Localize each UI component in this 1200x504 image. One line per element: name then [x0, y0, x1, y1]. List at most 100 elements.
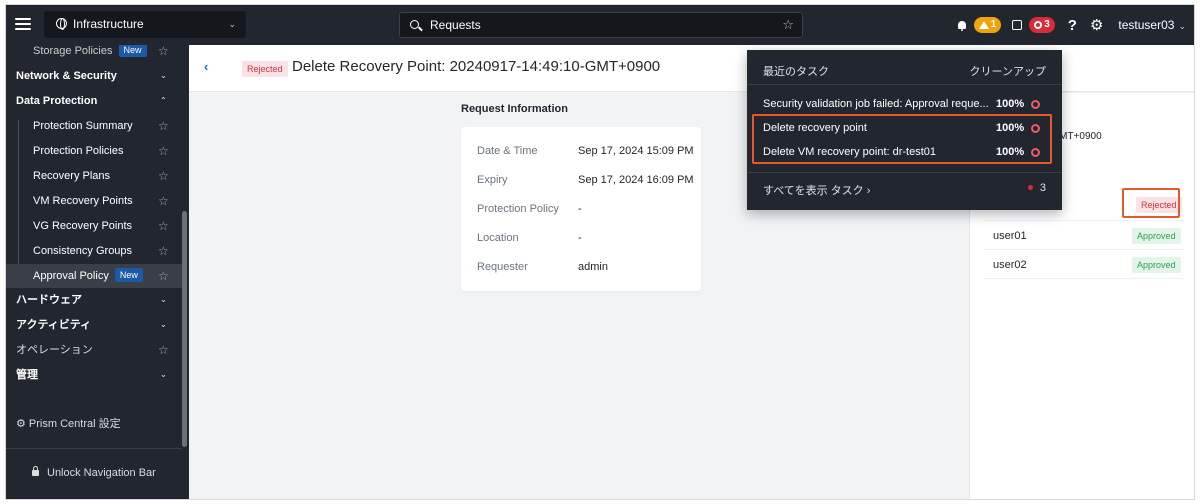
- sidebar-item-recovery-plans[interactable]: Recovery Plans ☆: [6, 164, 182, 188]
- section-label: ⚙ Prism Central 設定: [16, 412, 121, 436]
- task-name: Security validation job failed: Approval…: [763, 98, 989, 110]
- info-key: Date & Time: [477, 145, 538, 157]
- sidebar-item-operations[interactable]: オペレーション ☆: [6, 338, 182, 362]
- sidebar-item-vg-recovery-points[interactable]: VG Recovery Points ☆: [6, 214, 182, 238]
- sidebar-item-label: VM Recovery Points: [33, 195, 133, 207]
- failed-status-icon: [1031, 100, 1040, 109]
- app-window: Infrastructure ⌄ Requests ☆ 1 3 ? ⚙ test…: [5, 4, 1195, 500]
- hamburger-menu-icon[interactable]: [15, 15, 31, 33]
- search-input[interactable]: Requests ☆: [399, 12, 803, 38]
- sidebar-item-protection-summary[interactable]: Protection Summary ☆: [6, 114, 182, 138]
- app-switcher[interactable]: Infrastructure ⌄: [44, 11, 246, 38]
- chevron-down-icon: ⌄: [160, 71, 167, 80]
- sidebar-nav: Storage Policies New ☆ Network & Security…: [6, 45, 189, 499]
- star-icon[interactable]: ☆: [782, 13, 794, 37]
- chevron-down-icon: ⌄: [160, 370, 167, 379]
- sidebar-item-protection-policies[interactable]: Protection Policies ☆: [6, 139, 182, 163]
- prism-settings-text: Prism Central 設定: [28, 418, 121, 430]
- star-icon[interactable]: ☆: [158, 264, 169, 288]
- view-all-label: すべてを表示 タスク: [763, 185, 864, 197]
- error-count: 3: [1027, 182, 1046, 194]
- chevron-down-icon: ⌄: [228, 19, 236, 29]
- chevron-down-icon: ⌄: [160, 295, 167, 304]
- sidebar-section-network-security[interactable]: Network & Security ⌄: [6, 64, 182, 88]
- sidebar-item-label: VG Recovery Points: [33, 220, 133, 232]
- sidebar-item-approval-policy[interactable]: Approval Policy New ☆: [6, 264, 182, 288]
- alert-count: 1: [990, 19, 997, 30]
- section-label: Network & Security: [16, 70, 117, 82]
- sidebar-item-label: Recovery Plans: [33, 170, 111, 182]
- star-icon[interactable]: ☆: [158, 164, 169, 188]
- sidebar-section-admin[interactable]: 管理 ⌄: [6, 363, 182, 387]
- section-label: Data Protection: [16, 95, 98, 107]
- star-icon[interactable]: ☆: [158, 239, 169, 263]
- lock-icon: [32, 466, 39, 476]
- dropdown-heading: 最近のタスク: [763, 66, 829, 78]
- gear-icon[interactable]: ⚙: [1090, 16, 1103, 34]
- new-badge: New: [118, 45, 147, 57]
- info-value: -: [578, 232, 582, 244]
- info-key: Requester: [477, 261, 528, 273]
- sidebar-divider: [6, 448, 182, 449]
- sidebar-item-label: Consistency Groups: [33, 245, 133, 257]
- section-label: オペレーション: [16, 344, 93, 356]
- info-value: admin: [578, 261, 608, 273]
- divider: [747, 84, 1062, 85]
- star-icon[interactable]: ☆: [158, 214, 169, 238]
- sidebar-item-text: Storage Policies: [33, 45, 113, 57]
- globe-icon: [56, 18, 67, 30]
- sidebar-item-label: Protection Summary: [33, 120, 133, 132]
- task-error-badge[interactable]: 3: [1029, 17, 1055, 33]
- search-value: Requests: [430, 18, 481, 32]
- chevron-down-icon: ⌄: [1178, 21, 1186, 31]
- info-key: Protection Policy: [477, 203, 559, 215]
- sidebar-item-consistency-groups[interactable]: Consistency Groups ☆: [6, 239, 182, 263]
- bell-icon[interactable]: [957, 20, 967, 31]
- approver-user: user02: [993, 259, 1027, 271]
- help-icon[interactable]: ?: [1068, 17, 1077, 34]
- sidebar-item-vm-recovery-points[interactable]: VM Recovery Points ☆: [6, 189, 182, 213]
- back-chevron-icon[interactable]: ‹: [204, 59, 208, 74]
- request-info-card: Date & Time Sep 17, 2024 15:09 PM Expiry S…: [461, 127, 701, 291]
- sidebar-section-data-protection[interactable]: Data Protection ⌃: [6, 89, 182, 113]
- sidebar-section-hardware[interactable]: ハードウェア ⌄: [6, 288, 182, 312]
- error-count-value: 3: [1039, 182, 1046, 194]
- info-key: Expiry: [477, 174, 508, 186]
- sidebar-item-label: Protection Policies: [33, 145, 124, 157]
- sidebar-item-storage-policies[interactable]: Storage Policies New ☆: [6, 45, 182, 63]
- info-value: Sep 17, 2024 15:09 PM: [578, 145, 694, 157]
- approver-status-badge: Approved: [1132, 228, 1181, 244]
- star-icon[interactable]: ☆: [158, 338, 169, 362]
- unlock-label: Unlock Navigation Bar: [47, 467, 156, 479]
- section-label: 管理: [16, 369, 38, 381]
- error-icon: [1034, 21, 1043, 29]
- section-label: ハードウェア: [16, 294, 82, 306]
- star-icon[interactable]: ☆: [158, 139, 169, 163]
- error-dot-icon: [1027, 185, 1033, 190]
- alert-badge[interactable]: 1: [973, 17, 1002, 33]
- recent-tasks-dropdown: 最近のタスク クリーンアップ Security validation job f…: [747, 50, 1062, 210]
- top-bar: Infrastructure ⌄ Requests ☆ 1 3 ? ⚙ test…: [6, 5, 1194, 45]
- new-badge: New: [114, 268, 143, 282]
- sidebar-section-activity[interactable]: アクティビティ ⌄: [6, 313, 182, 337]
- sidebar-item-prism-settings[interactable]: ⚙ Prism Central 設定: [6, 412, 182, 436]
- sidebar-item-label: Storage Policies New: [33, 45, 147, 63]
- task-error-count: 3: [1044, 19, 1050, 30]
- warning-icon: [978, 21, 989, 29]
- section-label: アクティビティ: [16, 319, 92, 331]
- cleanup-link[interactable]: クリーンアップ: [970, 63, 1046, 79]
- chevron-down-icon: ⌄: [160, 320, 167, 329]
- star-icon[interactable]: ☆: [158, 114, 169, 138]
- user-menu[interactable]: testuser03 ⌄: [1118, 18, 1186, 32]
- view-all-tasks-link[interactable]: すべてを表示 タスク ›: [763, 182, 870, 198]
- sidebar-item-label: Approval Policy New: [33, 264, 143, 288]
- unlock-navigation-button[interactable]: Unlock Navigation Bar: [32, 466, 156, 479]
- sidebar-scrollbar[interactable]: [182, 211, 187, 447]
- section-heading: Request Information: [461, 103, 568, 115]
- tasks-icon[interactable]: [1012, 20, 1023, 30]
- star-icon[interactable]: ☆: [158, 189, 169, 213]
- task-item[interactable]: Security validation job failed: Approval…: [747, 92, 1062, 116]
- star-icon[interactable]: ☆: [158, 45, 169, 63]
- username: testuser03: [1118, 18, 1175, 32]
- topbar-actions: 1 3 ? ⚙ testuser03 ⌄: [957, 5, 1186, 45]
